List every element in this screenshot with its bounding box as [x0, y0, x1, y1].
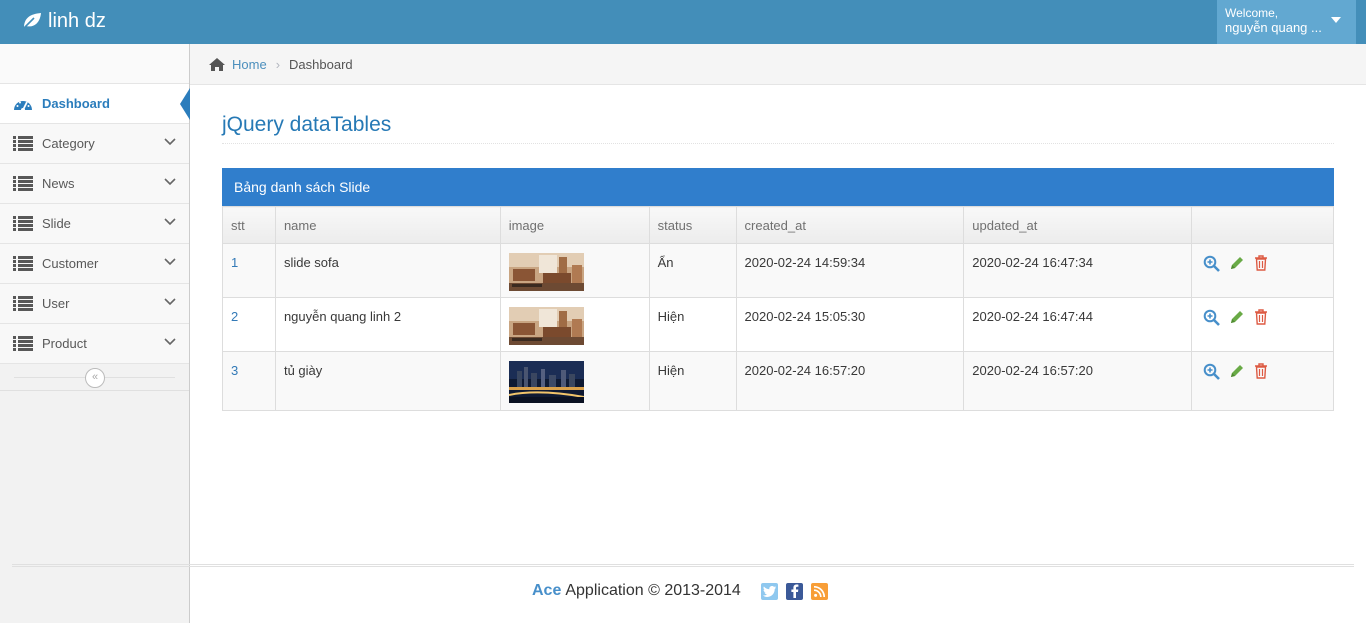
table-header-row: stt name image status created_at updated…	[222, 206, 1334, 244]
cell-created-at: 2020-02-24 15:05:30	[735, 297, 965, 352]
breadcrumb-home-link[interactable]: Home	[232, 57, 267, 72]
double-chevron-left-icon[interactable]: «	[85, 368, 105, 388]
cell-status: Hiện	[648, 297, 737, 352]
table-row: 2 nguyễn quang linh 2 Hiện 2020-02-24 15…	[222, 297, 1334, 352]
trash-icon[interactable]	[1254, 255, 1268, 271]
footer-divider	[12, 564, 1354, 567]
chevron-down-icon	[164, 338, 176, 346]
pencil-icon[interactable]	[1229, 363, 1245, 379]
list-icon	[12, 336, 34, 352]
sidebar-item-news[interactable]: News	[0, 164, 189, 204]
user-menu[interactable]: Welcome, nguyễn quang ...	[1217, 0, 1356, 44]
cell-name: nguyễn quang linh 2	[274, 297, 501, 352]
social-links	[760, 582, 828, 600]
sidebar-item-label: Customer	[42, 256, 99, 271]
sidebar-item-label: Category	[42, 136, 95, 151]
cell-status: Hiện	[648, 351, 737, 411]
pencil-icon[interactable]	[1229, 309, 1245, 325]
sidebar-item-customer[interactable]: Customer	[0, 244, 189, 284]
cell-name: tủ giày	[274, 351, 501, 411]
trash-icon[interactable]	[1254, 363, 1268, 379]
trash-icon[interactable]	[1254, 309, 1268, 325]
list-icon	[12, 216, 34, 232]
zoom-in-icon[interactable]	[1203, 363, 1220, 380]
sidebar-item-label: Product	[42, 336, 87, 351]
facebook-icon[interactable]	[785, 582, 803, 600]
column-header-image[interactable]: image	[499, 206, 650, 244]
cell-updated-at: 2020-02-24 16:47:44	[963, 297, 1193, 352]
zoom-in-icon[interactable]	[1203, 309, 1220, 326]
sidebar-item-label: Slide	[42, 216, 71, 231]
list-icon	[12, 136, 34, 152]
footer: Ace Application © 2013-2014	[532, 582, 828, 600]
table-row: 3 tủ giày Hiện 2020-02-24 16:57:20 2020-…	[222, 351, 1334, 411]
page-header: jQuery dataTables	[222, 112, 1334, 144]
cell-updated-at: 2020-02-24 16:47:34	[963, 243, 1193, 298]
sidebar-item-dashboard[interactable]: Dashboard	[0, 84, 190, 124]
cell-image	[499, 351, 650, 411]
cell-created-at: 2020-02-24 16:57:20	[735, 351, 965, 411]
caret-down-icon	[1331, 17, 1341, 23]
breadcrumb: Home › Dashboard	[190, 44, 1366, 85]
user-name: nguyễn quang ...	[1225, 20, 1322, 35]
living-room-thumbnail	[508, 253, 584, 291]
brand-name: linh dz	[48, 9, 106, 32]
footer-brand: Ace	[532, 582, 562, 599]
tachometer-icon	[12, 96, 34, 112]
column-header-stt[interactable]: stt	[222, 206, 276, 244]
sidebar-item-category[interactable]: Category	[0, 124, 189, 164]
cell-actions	[1191, 297, 1334, 352]
cell-image	[499, 297, 650, 352]
slide-table: stt name image status created_at updated…	[222, 206, 1334, 411]
chevron-down-icon	[164, 218, 176, 226]
brand[interactable]: linh dz	[22, 9, 106, 33]
twitter-icon[interactable]	[760, 582, 778, 600]
sidebar-collapse-bar: «	[0, 364, 189, 391]
cell-updated-at: 2020-02-24 16:57:20	[963, 351, 1193, 411]
list-icon	[12, 176, 34, 192]
column-header-actions	[1191, 206, 1334, 244]
sidebar-item-slide[interactable]: Slide	[0, 204, 189, 244]
column-header-name[interactable]: name	[274, 206, 501, 244]
chevron-down-icon	[164, 298, 176, 306]
sidebar-item-label: News	[42, 176, 75, 191]
breadcrumb-separator: ›	[275, 56, 281, 72]
chevron-down-icon	[164, 138, 176, 146]
chevron-down-icon	[164, 178, 176, 186]
chevron-down-icon	[164, 258, 176, 266]
sidebar: Dashboard Category News Slide Customer U	[0, 44, 190, 623]
sidebar-item-user[interactable]: User	[0, 284, 189, 324]
cell-name: slide sofa	[274, 243, 501, 298]
cell-actions	[1191, 243, 1334, 298]
table-caption: Bảng danh sách Slide	[222, 168, 1334, 206]
living-room-thumbnail	[508, 307, 584, 345]
pencil-icon[interactable]	[1229, 255, 1245, 271]
home-icon	[209, 57, 225, 71]
city-night-thumbnail	[508, 361, 584, 403]
cell-stt[interactable]: 2	[222, 297, 276, 352]
sidebar-item-label: User	[42, 296, 70, 311]
column-header-status[interactable]: status	[648, 206, 737, 244]
sidebar-shortcuts	[0, 44, 189, 84]
list-icon	[12, 296, 34, 312]
table-row: 1 slide sofa Ẩn 2020-02-24 14:59:34 2020…	[222, 243, 1334, 298]
column-header-created-at[interactable]: created_at	[735, 206, 965, 244]
cell-stt[interactable]: 3	[222, 351, 276, 411]
zoom-in-icon[interactable]	[1203, 255, 1220, 272]
sidebar-item-label: Dashboard	[42, 96, 110, 111]
cell-actions	[1191, 351, 1334, 411]
page-title: jQuery dataTables	[222, 113, 392, 136]
cell-created-at: 2020-02-24 14:59:34	[735, 243, 965, 298]
breadcrumb-current: Dashboard	[289, 56, 353, 72]
cell-stt[interactable]: 1	[222, 243, 276, 298]
cell-image	[499, 243, 650, 298]
sidebar-item-product[interactable]: Product	[0, 324, 189, 364]
list-icon	[12, 256, 34, 272]
navbar: linh dz Welcome, nguyễn quang ...	[0, 0, 1366, 44]
column-header-updated-at[interactable]: updated_at	[963, 206, 1193, 244]
rss-icon[interactable]	[810, 582, 828, 600]
leaf-icon	[22, 13, 41, 30]
footer-copyright: Application © 2013-2014	[565, 582, 741, 599]
cell-status: Ẩn	[648, 243, 737, 298]
